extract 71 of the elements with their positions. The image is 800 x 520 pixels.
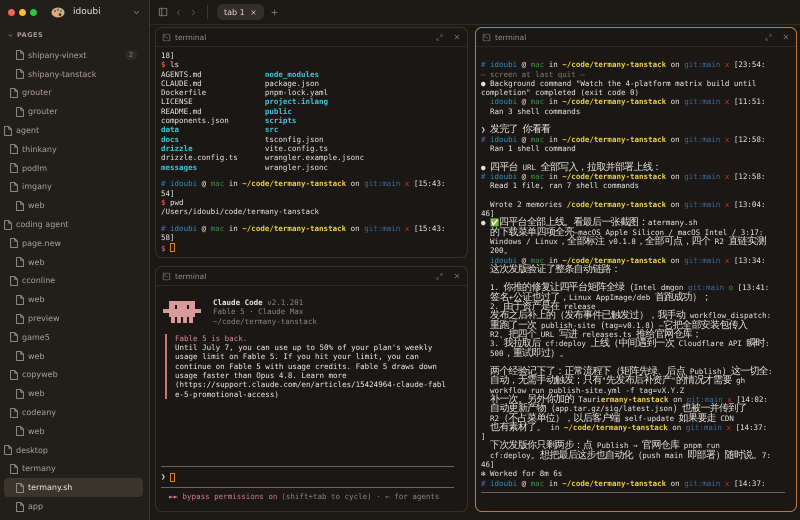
- terminal-icon: [162, 272, 171, 280]
- page-item[interactable]: shipany-tanstack: [4, 64, 143, 84]
- caret-icon[interactable]: [7, 32, 14, 38]
- page-item[interactable]: web: [4, 384, 143, 404]
- terminal-icon: [162, 32, 171, 42]
- close-icon[interactable]: [453, 33, 461, 41]
- file-icon: [10, 408, 18, 418]
- file-icon: [4, 126, 12, 136]
- page-item[interactable]: thinkany: [4, 140, 143, 159]
- page-item[interactable]: codeany: [4, 403, 143, 422]
- file-icon: [10, 182, 18, 192]
- page-item[interactable]: podlm: [4, 158, 143, 178]
- file-icon: [4, 220, 12, 230]
- file-icon: [16, 69, 24, 80]
- file-icon: [10, 88, 18, 98]
- file-icon: [16, 294, 24, 305]
- file-icon: [16, 351, 24, 362]
- expand-icon[interactable]: [765, 34, 772, 40]
- file-icon: [10, 464, 18, 474]
- add-icon[interactable]: [270, 8, 279, 16]
- page-item[interactable]: page.new: [4, 234, 143, 253]
- page-item[interactable]: copyweb: [4, 366, 143, 384]
- page-item[interactable]: termany.sh: [4, 478, 143, 498]
- page-item[interactable]: coding agent: [4, 215, 143, 234]
- close-window-icon[interactable]: [8, 8, 15, 16]
- page-item[interactable]: game5: [4, 328, 143, 347]
- file-icon: [16, 388, 24, 399]
- terminal-line: 这次发版验证了整条自动链路：: [489, 264, 620, 274]
- file-icon: [16, 426, 24, 436]
- zoom-window-icon[interactable]: [30, 8, 37, 16]
- file-icon: [10, 332, 18, 342]
- page-item[interactable]: web: [4, 196, 143, 216]
- file-icon: [10, 276, 18, 286]
- page-item[interactable]: grouter: [4, 84, 143, 102]
- file-icon: [16, 502, 24, 512]
- file-icon: [10, 238, 18, 248]
- page-item[interactable]: web: [4, 346, 143, 366]
- tab[interactable]: tab 1: [217, 4, 264, 20]
- page-item[interactable]: agent: [4, 121, 143, 140]
- sidebar-toggle-icon[interactable]: [158, 7, 168, 17]
- page-item[interactable]: termany: [4, 460, 143, 478]
- palette-icon: [51, 6, 65, 18]
- page-item[interactable]: web: [4, 290, 143, 310]
- file-icon: [16, 106, 24, 117]
- workspace-name[interactable]: idoubi: [73, 7, 128, 17]
- page-item[interactable]: preview: [4, 309, 143, 328]
- file-icon: [16, 314, 24, 324]
- page-item[interactable]: app: [4, 497, 143, 516]
- file-icon: [16, 200, 24, 211]
- pixel-creature-icon: [163, 300, 201, 323]
- file-icon: [10, 370, 18, 380]
- page-item[interactable]: web: [4, 252, 143, 272]
- page-item[interactable]: cconline: [4, 272, 143, 290]
- file-icon: [4, 445, 12, 456]
- close-icon[interactable]: [782, 33, 790, 41]
- page-item[interactable]: grouter: [4, 102, 143, 122]
- cursor-icon: [170, 472, 175, 482]
- file-icon: [10, 163, 18, 174]
- file-icon: [10, 144, 18, 154]
- expand-icon[interactable]: [436, 34, 443, 40]
- file-icon: [16, 482, 24, 493]
- cursor-icon: [170, 242, 176, 252]
- page-item[interactable]: imgany: [4, 178, 143, 196]
- terminal-icon: [482, 32, 491, 42]
- close-icon[interactable]: [453, 272, 461, 280]
- expand-icon[interactable]: [436, 272, 443, 280]
- page-item[interactable]: desktop: [4, 440, 143, 460]
- page-item[interactable]: web: [4, 422, 143, 441]
- minimize-window-icon[interactable]: [19, 8, 26, 16]
- file-icon: [16, 50, 24, 60]
- file-icon: [16, 257, 24, 268]
